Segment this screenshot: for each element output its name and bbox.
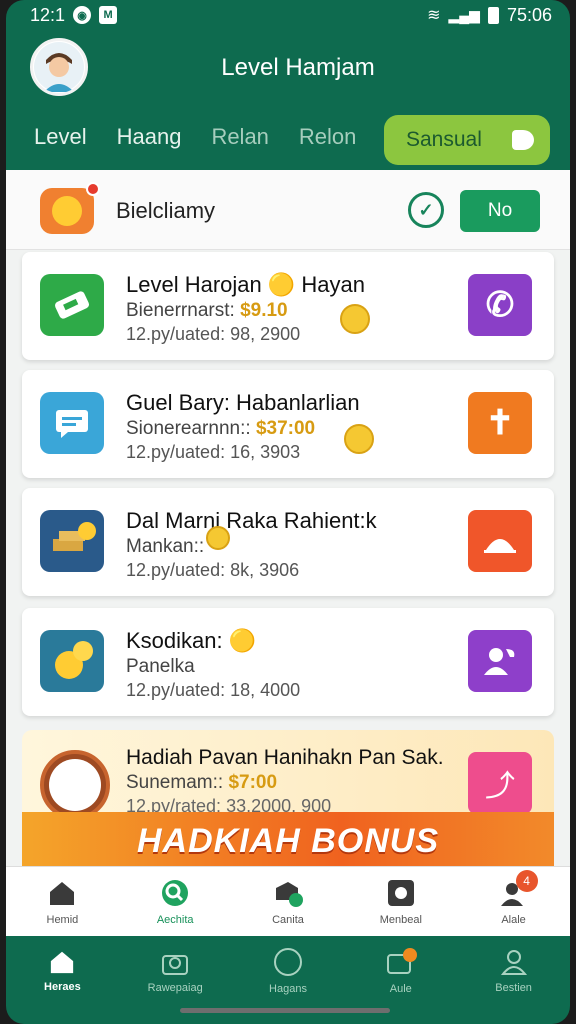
phone-icon[interactable]: ✆ xyxy=(468,274,532,336)
emoji-chat-icon xyxy=(40,182,100,234)
item-meta: 12.py/uated: 16, 3903 xyxy=(126,442,301,462)
wifi-icon: ≋ xyxy=(427,7,441,24)
search-icon xyxy=(159,878,191,908)
bottom-nav: Hemid Aechita Canita Menbeal 4 Alale xyxy=(6,866,570,936)
bonus-title: Hadiah Pavan Hanihakn Pan Sak. xyxy=(126,746,444,769)
item-title: Ksodikan: 🟡 xyxy=(126,628,257,653)
check-circle-icon[interactable]: ✓ xyxy=(408,192,444,228)
list-item[interactable]: Guel Bary: Habanlarlian Sionerearnnn:: $… xyxy=(22,370,554,478)
bonus-subtitle: Sunemam:: $7:00 xyxy=(126,772,278,793)
item-title: Level Harojan 🟡 Hayan xyxy=(126,272,365,297)
bonus-card[interactable]: Hadiah Pavan Hanihakn Pan Sak. Sunemam::… xyxy=(22,730,554,870)
item-amount: $9.10 xyxy=(240,300,288,321)
sansual-button[interactable]: Sansual xyxy=(384,115,550,165)
share-icon[interactable]: ⤴ xyxy=(468,752,532,814)
tab-relan[interactable]: Relan xyxy=(211,124,268,150)
circle-icon xyxy=(273,948,302,976)
gallery-icon: M xyxy=(99,6,118,24)
list-item[interactable]: Ksodikan: 🟡 Panelka 12.py/uated: 18, 400… xyxy=(22,608,554,716)
tab-relon[interactable]: Relon xyxy=(299,124,356,150)
top-tabs: Level Haang Relan Relon Sansual xyxy=(6,105,570,169)
user-alert-icon: 4 xyxy=(498,869,538,908)
tabbar-heraes[interactable]: Heraes xyxy=(6,936,119,1006)
emoji-icon xyxy=(206,526,230,550)
ticket-icon xyxy=(40,274,104,336)
chat-icon xyxy=(40,392,104,454)
list-item[interactable]: Level Harojan 🟡 Hayan Bienerrnarst: $9.1… xyxy=(22,252,554,360)
alarm-clock-icon xyxy=(40,750,110,820)
status-time-left: 12:1 xyxy=(30,4,66,25)
status-time-right: 75:06 xyxy=(506,4,552,25)
item-subtitle: Sionerearnnn:: $37:00 xyxy=(126,418,316,439)
phone-screen: 12:1 ◉ M ≋ ▂▄▆ 75:06 Level Hamjam Level … xyxy=(6,0,570,1024)
page-title: Level Hamjam xyxy=(221,54,375,81)
item-subtitle: Panelka xyxy=(126,656,195,677)
item-subtitle: Bienerrnarst: $9.10 xyxy=(126,300,288,321)
notification-badge: 4 xyxy=(515,869,538,892)
nav-canita[interactable]: Canita xyxy=(232,867,345,936)
sansual-button-label: Sansual xyxy=(406,128,482,151)
item-subtitle: Mankan:: xyxy=(126,536,205,557)
camera-icon xyxy=(385,878,417,908)
list-item[interactable]: Dal Marni Raka Rahient:k Mankan:: 12.py/… xyxy=(22,488,554,596)
main-content: Bielcliamy ✓ No Level Harojan 🟡 Hayan Bi… xyxy=(6,170,570,870)
item-meta: 12.py/uated: 98, 2900 xyxy=(126,324,301,344)
bonus-amount: $7:00 xyxy=(228,772,278,793)
status-bar: 12:1 ◉ M ≋ ▂▄▆ 75:06 xyxy=(6,0,570,30)
coin-icon xyxy=(340,304,370,334)
tabbar-hagans[interactable]: Hagans xyxy=(232,936,345,1006)
item-title: Guel Bary: Habanlarlian xyxy=(126,390,360,415)
nav-menbeal[interactable]: Menbeal xyxy=(344,867,457,936)
home-icon xyxy=(46,878,78,908)
coin-icon xyxy=(344,424,374,454)
battery-icon xyxy=(487,6,499,24)
user-chat-icon[interactable] xyxy=(468,630,532,692)
item-meta: 12.py/uated: 8k, 3906 xyxy=(126,560,300,580)
sunrise-icon[interactable] xyxy=(468,510,532,572)
gold-bars-icon xyxy=(40,510,104,572)
tabbar-bestien[interactable]: Bestien xyxy=(457,936,570,1006)
app-header: Level Hamjam xyxy=(6,30,570,105)
section-header: Bielcliamy ✓ No xyxy=(6,170,570,250)
tab-haang[interactable]: Haang xyxy=(117,124,182,150)
tab-bar: Heraes Rawepaiag Hagans Aule Bestien xyxy=(6,936,570,1006)
home-indicator[interactable] xyxy=(180,1008,390,1013)
tabbar-rawepaiag[interactable]: Rawepaiag xyxy=(119,936,232,1006)
item-title: Dal Marni Raka Rahient:k xyxy=(126,508,377,533)
badge-check-icon xyxy=(272,878,304,908)
signal-icon: ▂▄▆ xyxy=(448,6,480,23)
nav-alale[interactable]: 4 Alale xyxy=(457,867,570,936)
item-amount: $37:00 xyxy=(255,418,316,439)
section-title: Bielcliamy xyxy=(116,198,216,223)
tabbar-aule[interactable]: Aule xyxy=(344,936,457,1006)
bonus-banner[interactable]: HADKIAH BONUS xyxy=(22,812,554,870)
ticket-alert-icon xyxy=(386,948,417,974)
nav-hemid[interactable]: Hemid xyxy=(6,867,119,936)
item-meta: 12.py/uated: 18, 4000 xyxy=(126,680,301,700)
no-button[interactable]: No xyxy=(460,190,540,232)
cross-icon[interactable]: ✝ xyxy=(468,392,532,454)
notification-icon: ◉ xyxy=(73,6,92,24)
nav-aechita[interactable]: Aechita xyxy=(119,867,232,936)
gift-icon xyxy=(162,955,189,975)
home-icon xyxy=(51,951,74,974)
emoji-icon xyxy=(40,630,104,692)
tab-level[interactable]: Level xyxy=(34,124,87,150)
tag-icon xyxy=(512,130,534,150)
profile-icon xyxy=(500,950,527,975)
